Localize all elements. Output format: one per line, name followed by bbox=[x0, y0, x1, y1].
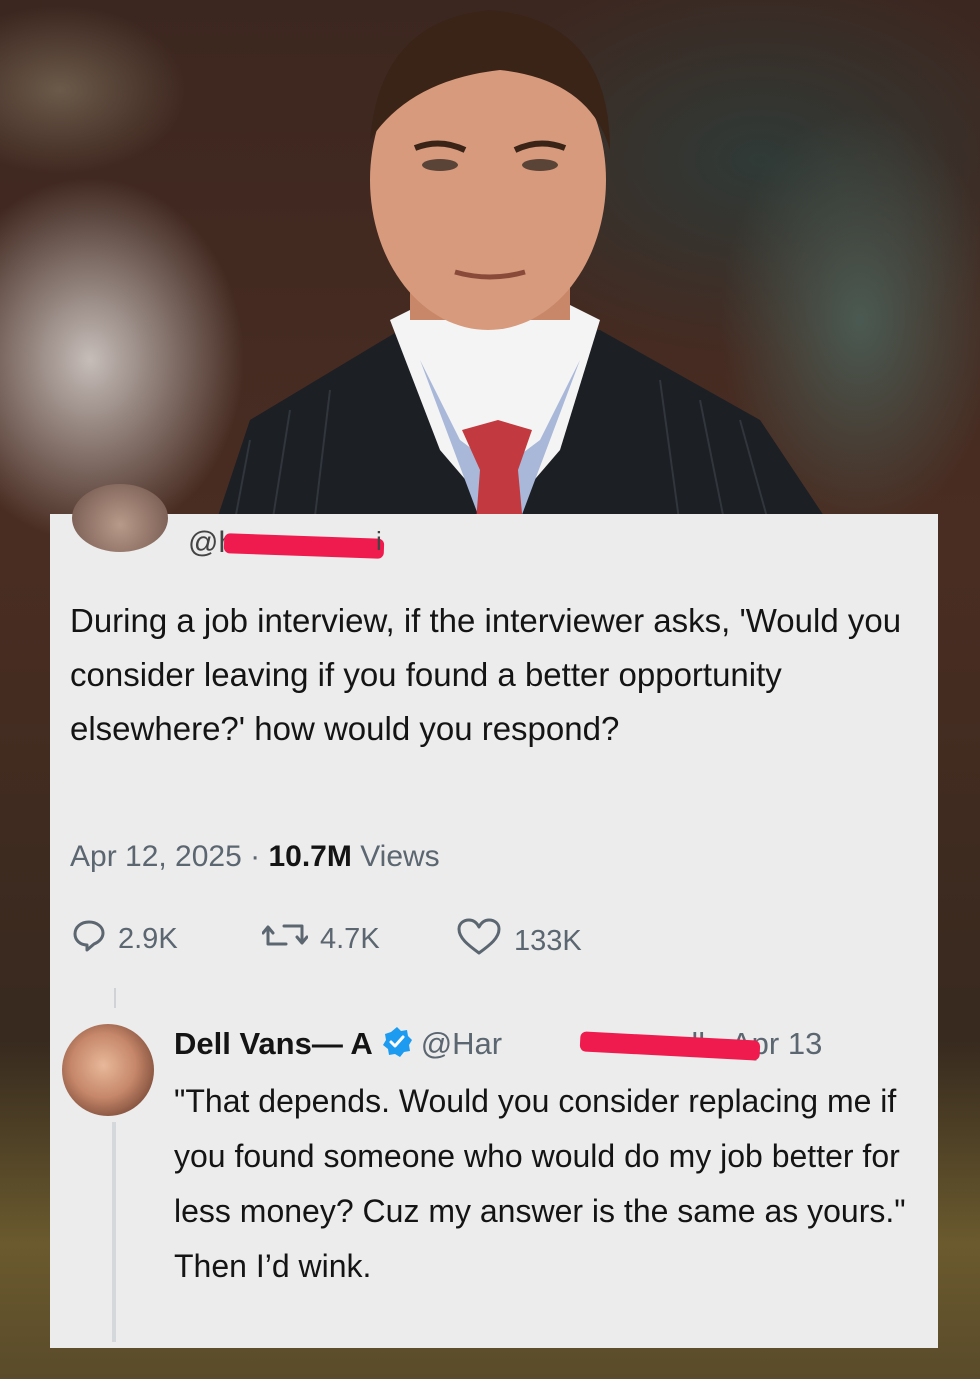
reply-author-name[interactable]: Dell Vans— A bbox=[174, 1026, 373, 1061]
like-count: 133K bbox=[514, 924, 582, 957]
reply-text: "That depends. Would you consider replac… bbox=[174, 1083, 906, 1284]
verified-badge-icon bbox=[381, 1026, 413, 1066]
reply-button[interactable]: 2.9K bbox=[72, 918, 178, 960]
retweet-count: 4.7K bbox=[320, 922, 380, 955]
author-handle-end: i bbox=[376, 526, 382, 556]
like-button[interactable]: 133K bbox=[456, 918, 582, 964]
retweet-button[interactable]: 4.7K bbox=[261, 918, 380, 960]
heart-icon bbox=[456, 918, 514, 964]
redaction-mark bbox=[223, 533, 385, 559]
reply-thread-line bbox=[112, 1122, 116, 1342]
speech-bubble-icon bbox=[72, 918, 118, 960]
tweet-meta: Apr 12, 2025 · 10.7M Views bbox=[70, 840, 440, 874]
reply-author-avatar[interactable] bbox=[62, 1024, 154, 1116]
views-label: Views bbox=[351, 840, 440, 873]
tweet-date[interactable]: Apr 12, 2025 bbox=[70, 840, 242, 873]
views-count: 10.7M bbox=[268, 840, 352, 873]
reply-handle-start[interactable]: @Har bbox=[421, 1026, 502, 1061]
retweet-icon bbox=[261, 918, 320, 960]
meta-separator: · bbox=[241, 840, 269, 873]
thread-connector bbox=[114, 988, 116, 1008]
reply-count: 2.9K bbox=[118, 922, 178, 955]
tweet-text: During a job interview, if the interview… bbox=[70, 602, 902, 747]
tweet-card: @h i During a job interview, if the inte… bbox=[50, 484, 938, 1348]
author-avatar[interactable] bbox=[72, 484, 168, 552]
